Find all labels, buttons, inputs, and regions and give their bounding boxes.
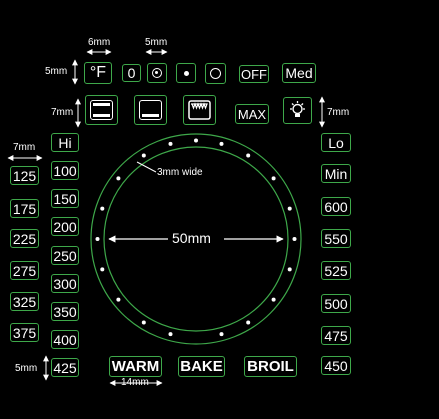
- broil-element-icon: [188, 100, 211, 120]
- right-column-button-3[interactable]: 550: [321, 229, 351, 248]
- ring-dot-11: [271, 176, 276, 181]
- ring-dot-14: [194, 138, 198, 143]
- dim-7mm-horizontal: 7mm: [13, 142, 36, 153]
- left-outer-column-button-5[interactable]: 375: [10, 323, 39, 342]
- left-outer-column-button-3[interactable]: 275: [10, 261, 39, 280]
- right-column-button-7[interactable]: 450: [321, 356, 351, 375]
- left-outer-column-button-2[interactable]: 225: [10, 229, 39, 248]
- bake-button[interactable]: BAKE: [178, 356, 225, 377]
- left-column-button-3[interactable]: 200: [51, 217, 79, 236]
- small-dot-button[interactable]: [176, 63, 196, 83]
- dot-in-circle-icon: [152, 68, 162, 78]
- fahrenheit-button[interactable]: °F: [84, 62, 112, 84]
- right-column-button-4[interactable]: 525: [321, 261, 351, 280]
- ring-dot-1: [100, 267, 105, 272]
- off-button[interactable]: OFF: [239, 65, 269, 83]
- ring-dot-0: [95, 237, 100, 241]
- ring-dot-16: [141, 153, 146, 158]
- right-column-button-0[interactable]: Lo: [321, 133, 351, 152]
- bar-bottom-icon: [139, 100, 162, 120]
- empty-circle-icon: [210, 68, 221, 79]
- left-column-button-4[interactable]: 250: [51, 246, 79, 265]
- bar-top-bottom-icon: [90, 100, 113, 120]
- ring-dot-13: [219, 141, 224, 146]
- dim-7mm-left: 7mm: [51, 107, 74, 118]
- dot-in-circle-button[interactable]: [147, 63, 167, 83]
- empty-circle-button[interactable]: [205, 63, 226, 84]
- ring-dot-5: [219, 332, 224, 337]
- med-button[interactable]: Med: [282, 63, 316, 83]
- left-column-button-6[interactable]: 350: [51, 302, 79, 321]
- right-column-button-5[interactable]: 500: [321, 294, 351, 313]
- ring-dot-8: [287, 267, 292, 272]
- broil-element-button[interactable]: [183, 95, 216, 125]
- bottom-heat-button[interactable]: [134, 95, 167, 125]
- ring-width-leader: [136, 161, 157, 173]
- left-column-button-8[interactable]: 425: [51, 358, 79, 377]
- right-column-button-6[interactable]: 475: [321, 326, 351, 345]
- dim-5mm-top: 5mm: [145, 37, 168, 48]
- left-column-button-1[interactable]: 100: [51, 161, 79, 180]
- dim-5mm-bottom: 5mm: [15, 363, 38, 374]
- left-outer-column-button-0[interactable]: 125: [10, 166, 39, 185]
- left-column-button-0[interactable]: Hi: [51, 133, 79, 152]
- ring-dot-6: [246, 320, 251, 325]
- light-bulb-icon: [290, 101, 305, 117]
- top-bottom-heat-button[interactable]: [85, 95, 118, 125]
- dim-14mm: 14mm: [121, 377, 149, 388]
- ring-dot-4: [168, 332, 173, 337]
- left-column-button-5[interactable]: 300: [51, 274, 79, 293]
- warm-button[interactable]: WARM: [109, 356, 162, 377]
- ring-dot-10: [287, 206, 292, 211]
- left-column-button-7[interactable]: 400: [51, 330, 79, 349]
- dim-diameter: 50mm: [172, 230, 211, 246]
- ring-dot-18: [100, 206, 105, 211]
- ring-dot-2: [116, 297, 121, 302]
- ring-dot-17: [116, 176, 121, 181]
- right-column-button-2[interactable]: 600: [321, 197, 351, 216]
- left-outer-column-button-1[interactable]: 175: [10, 199, 39, 218]
- dim-6mm: 6mm: [88, 37, 111, 48]
- ring-dot-12: [246, 153, 251, 158]
- oven-light-button[interactable]: [283, 97, 312, 124]
- right-column-button-1[interactable]: Min: [321, 164, 351, 183]
- ring-dot-9: [292, 237, 297, 241]
- left-outer-column-button-4[interactable]: 325: [10, 292, 39, 311]
- ring-dot-7: [271, 297, 276, 302]
- broil-button[interactable]: BROIL: [244, 356, 297, 377]
- dim-ring-width: 3mm wide: [157, 167, 203, 178]
- small-dot-icon: [183, 70, 189, 76]
- left-column-button-2[interactable]: 150: [51, 189, 79, 208]
- dim-7mm-right: 7mm: [327, 107, 350, 118]
- dim-5mm-left: 5mm: [45, 66, 68, 77]
- zero-button[interactable]: 0: [122, 64, 141, 82]
- ring-dot-15: [168, 141, 173, 146]
- ring-dot-3: [141, 320, 146, 325]
- max-button[interactable]: MAX: [235, 104, 269, 124]
- oven-control-panel-layout: 6mm 5mm 5mm 7mm 7mm 7mm 3mm wide 50mm 5m…: [0, 0, 439, 419]
